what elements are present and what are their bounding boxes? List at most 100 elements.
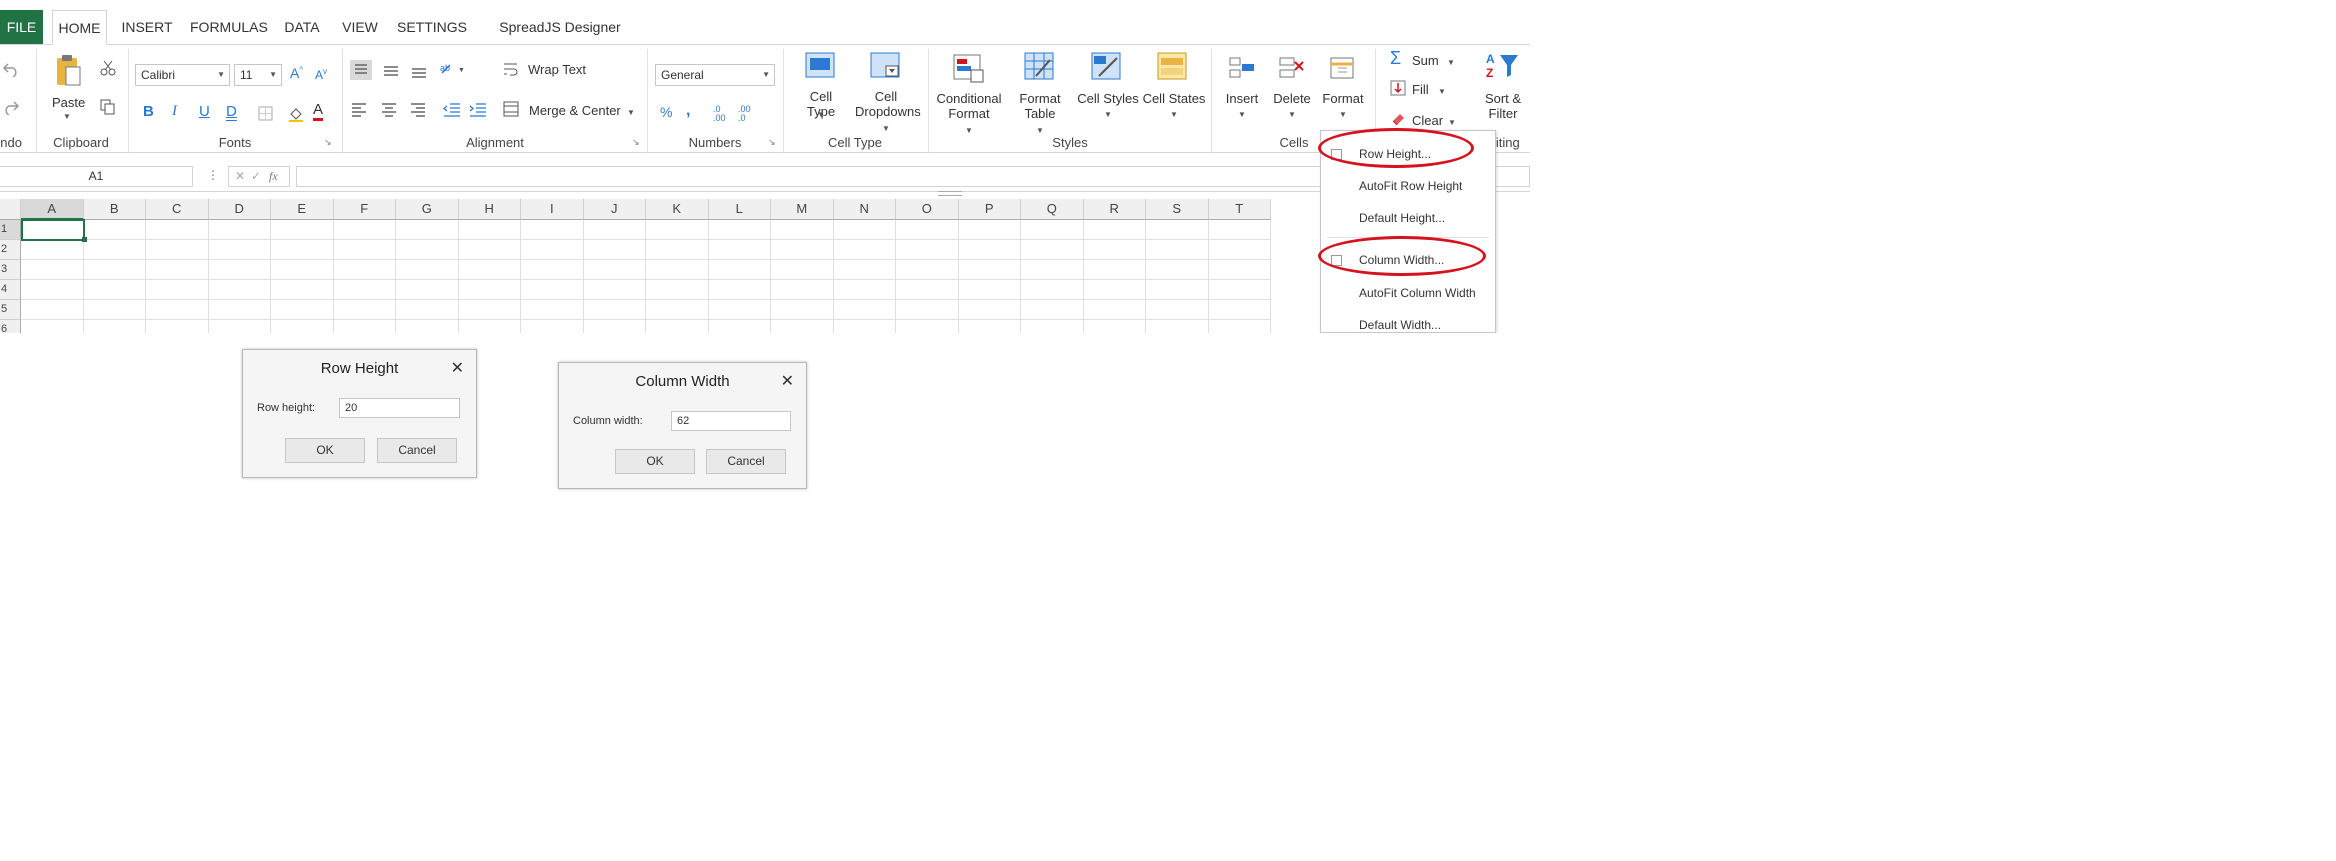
formula-bar-resize-handle[interactable] (938, 191, 962, 196)
grid-cell[interactable] (333, 300, 396, 320)
grid-cell[interactable] (834, 320, 896, 333)
double-underline-icon[interactable]: D (226, 103, 237, 120)
grid-cell[interactable] (521, 320, 584, 333)
autosum-icon[interactable]: Σ (1390, 48, 1401, 69)
cell-styles-button[interactable]: Cell Styles (1075, 91, 1141, 106)
grid-cell[interactable] (146, 260, 209, 280)
grid-cell[interactable] (1083, 300, 1146, 320)
cell-styles-icon[interactable] (1091, 52, 1123, 82)
italic-icon[interactable]: I (172, 103, 177, 120)
ok-button[interactable]: OK (285, 438, 365, 463)
merge-center-icon[interactable] (503, 101, 519, 117)
cell-styles-dropdown-arrow[interactable]: ▼ (1103, 107, 1113, 122)
grid-cell[interactable] (271, 320, 334, 333)
grid-cell[interactable] (958, 300, 1021, 320)
grid-cell[interactable] (21, 320, 84, 333)
grid-cell[interactable] (708, 220, 771, 240)
align-bottom-icon[interactable] (410, 62, 428, 78)
more-options-icon[interactable]: ⋮ (207, 168, 219, 182)
align-right-icon[interactable] (409, 101, 427, 117)
grid-cell[interactable] (458, 280, 521, 300)
grid-cell[interactable] (521, 260, 584, 280)
grid-cell[interactable] (833, 220, 896, 240)
menu-item-autofit-column-width[interactable]: AutoFit Column Width (1359, 286, 1476, 300)
grid-cell[interactable] (708, 240, 771, 260)
grid-cell[interactable] (583, 240, 646, 260)
tab-spreadjs-license[interactable]: SpreadJS Designer License (480, 10, 640, 69)
clear-eraser-icon[interactable] (1390, 110, 1406, 126)
grid-cell[interactable] (1208, 300, 1271, 320)
grid-cell[interactable] (146, 280, 209, 300)
column-width-input[interactable]: 62 (671, 411, 791, 431)
grid-cell[interactable] (646, 220, 709, 240)
column-header[interactable]: J (583, 199, 646, 220)
merge-center-button[interactable]: Merge & Center (529, 103, 621, 118)
column-header[interactable]: C (146, 199, 209, 220)
cell-states-icon[interactable] (1157, 52, 1189, 82)
grid-cell[interactable] (646, 300, 709, 320)
grid-cell[interactable] (1084, 320, 1146, 333)
grid-cell[interactable] (1021, 320, 1084, 333)
column-header[interactable]: F (333, 199, 396, 220)
column-header[interactable]: D (208, 199, 271, 220)
grid-cell[interactable] (1146, 220, 1209, 240)
grid-cell[interactable] (271, 260, 334, 280)
cancel-icon[interactable]: ✕ (235, 167, 245, 186)
grid-cell[interactable] (771, 280, 834, 300)
grid-cell[interactable] (1146, 300, 1209, 320)
grid-cell[interactable] (208, 260, 271, 280)
spreadsheet-grid[interactable]: ABCDEFGHIJKLMNOPQRST 123456 (0, 199, 1272, 333)
column-header[interactable]: L (708, 199, 771, 220)
delete-dropdown-arrow[interactable]: ▼ (1287, 107, 1297, 122)
delete-button[interactable]: Delete (1270, 91, 1314, 106)
grid-cell[interactable] (521, 280, 584, 300)
percent-icon[interactable]: % (660, 104, 672, 120)
sort-filter-icon[interactable]: AZ (1486, 51, 1520, 81)
grid-cell[interactable] (21, 260, 84, 280)
alignment-dialog-launcher-icon[interactable]: ↘ (632, 137, 640, 148)
format-table-button[interactable]: Format Table (1015, 91, 1065, 121)
grid-cell[interactable] (146, 300, 209, 320)
grid-cell[interactable] (334, 320, 396, 333)
fill-button[interactable]: Fill (1412, 82, 1429, 97)
undo-icon[interactable] (2, 61, 20, 77)
clear-dropdown-arrow[interactable]: ▼ (1448, 115, 1456, 130)
tab-settings[interactable]: SETTINGS (397, 10, 467, 44)
enter-icon[interactable]: ✓ (251, 167, 261, 186)
grid-cell[interactable] (396, 220, 459, 240)
grid-cell[interactable] (521, 300, 584, 320)
cell-states-dropdown-arrow[interactable]: ▼ (1169, 107, 1179, 122)
grid-cell[interactable] (1021, 260, 1084, 280)
column-header[interactable]: H (458, 199, 521, 220)
grid-cell[interactable] (458, 240, 521, 260)
grid-cell[interactable] (458, 300, 521, 320)
grid-cell[interactable] (583, 300, 646, 320)
increase-decimal-icon[interactable]: .0.00 (713, 105, 726, 123)
cell-type-dropdown-arrow[interactable]: ▼ (816, 107, 826, 122)
sort-filter-button[interactable]: Sort & Filter (1480, 91, 1526, 121)
column-header[interactable]: M (771, 199, 834, 220)
grid-cell[interactable] (646, 280, 709, 300)
grid-cell[interactable] (333, 260, 396, 280)
grid-cell[interactable] (896, 320, 959, 333)
grid-cell[interactable] (1209, 320, 1271, 333)
column-header[interactable]: P (958, 199, 1021, 220)
font-size-select[interactable]: 11 ▼ (234, 64, 282, 86)
tab-view[interactable]: VIEW (341, 10, 379, 44)
column-header[interactable]: A (21, 199, 84, 220)
grid-cell[interactable] (896, 280, 959, 300)
fill-color-icon[interactable] (288, 106, 304, 122)
grid-cell[interactable] (771, 240, 834, 260)
grid-cell[interactable] (333, 280, 396, 300)
cell-states-button[interactable]: Cell States (1142, 91, 1206, 106)
row-header[interactable]: 3 (0, 260, 21, 280)
comma-style-icon[interactable]: , (686, 102, 690, 120)
grid-cell[interactable] (84, 320, 146, 333)
grid-cell[interactable] (271, 240, 334, 260)
cell-dropdowns-icon[interactable] (870, 52, 902, 82)
insert-button[interactable]: Insert (1222, 91, 1262, 106)
name-box[interactable]: A1 (0, 166, 193, 187)
paste-dropdown-arrow[interactable]: ▼ (62, 109, 72, 124)
grid-cell[interactable] (83, 260, 146, 280)
column-header[interactable]: S (1146, 199, 1209, 220)
